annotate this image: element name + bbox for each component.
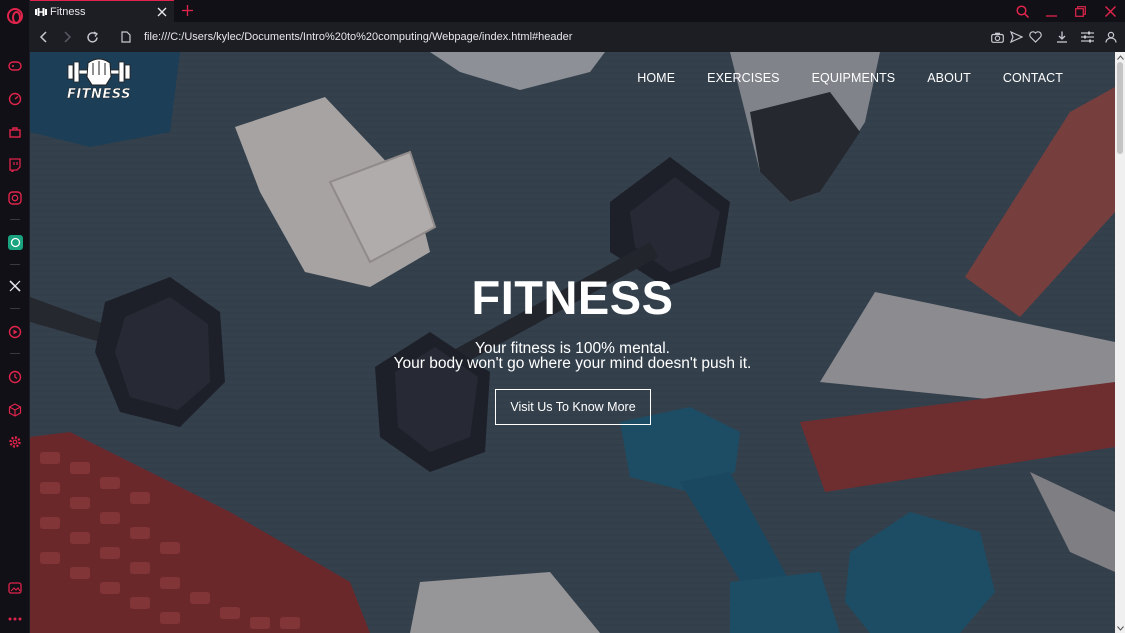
new-tab-button[interactable]	[180, 3, 194, 17]
tab-fitness[interactable]: Fitness	[30, 0, 174, 22]
scroll-thumb[interactable]	[1117, 62, 1123, 154]
url-field[interactable]: file:///C:/Users/kylec/Documents/Intro%2…	[144, 29, 572, 45]
browser-window: Fitness file:///C:/Users/kylec/Documents…	[0, 0, 1125, 633]
twitch-icon[interactable]	[7, 157, 23, 173]
hero-title: FITNESS	[471, 271, 674, 324]
gamepad-icon[interactable]	[7, 58, 23, 74]
page-icon[interactable]	[118, 29, 134, 45]
heart-icon[interactable]	[1027, 29, 1043, 45]
send-icon[interactable]	[1008, 29, 1024, 45]
logo-text: FITNESS	[66, 87, 132, 102]
gallery-icon[interactable]	[7, 580, 23, 596]
back-icon[interactable]	[36, 29, 52, 45]
reload-icon[interactable]	[84, 29, 100, 45]
nav-exercises[interactable]: EXERCISES	[707, 71, 779, 85]
opera-logo-icon[interactable]	[7, 8, 23, 24]
download-icon[interactable]	[1054, 29, 1070, 45]
dumbbell-icon	[35, 6, 47, 18]
sidebar-divider	[10, 308, 20, 309]
search-icon[interactable]	[1014, 3, 1030, 19]
sidebar-divider	[10, 264, 20, 265]
nav-about[interactable]: ABOUT	[927, 71, 971, 85]
settings-icon[interactable]	[7, 434, 23, 450]
tab-title: Fitness	[50, 5, 86, 18]
browser-sidebar	[0, 0, 30, 633]
scroll-up-icon[interactable]	[1116, 53, 1124, 61]
page-viewport: FITNESS HOME EXERCISES EQUIPMENTS ABOUT …	[30, 52, 1125, 633]
x-twitter-icon[interactable]	[7, 278, 23, 294]
hero-section: FITNESS HOME EXERCISES EQUIPMENTS ABOUT …	[30, 52, 1115, 633]
cube-icon[interactable]	[7, 402, 23, 418]
sidebar-divider	[10, 353, 20, 354]
tab-bar: Fitness	[30, 0, 1125, 22]
minimize-icon[interactable]	[1043, 3, 1059, 19]
forward-icon[interactable]	[59, 29, 75, 45]
hero-tagline-line-2: Your body won't go where your mind doesn…	[393, 355, 752, 372]
instagram-icon[interactable]	[7, 190, 23, 206]
fist-dumbbell-icon	[67, 58, 131, 86]
nav-contact[interactable]: CONTACT	[1003, 71, 1063, 85]
address-bar: file:///C:/Users/kylec/Documents/Intro%2…	[30, 22, 1125, 52]
speed-dial-icon[interactable]	[7, 91, 23, 107]
easy-setup-icon[interactable]	[1079, 29, 1095, 45]
scroll-down-icon[interactable]	[1116, 624, 1124, 632]
visit-us-button[interactable]: Visit Us To Know More	[495, 389, 651, 425]
chatgpt-icon[interactable]	[7, 234, 23, 250]
profile-icon[interactable]	[1103, 29, 1119, 45]
page-scrollbar[interactable]	[1115, 52, 1125, 633]
nav-home[interactable]: HOME	[637, 71, 675, 85]
site-nav: HOME EXERCISES EQUIPMENTS ABOUT CONTACT	[637, 71, 1063, 85]
nav-equipments[interactable]: EQUIPMENTS	[812, 71, 896, 85]
close-icon[interactable]	[155, 5, 169, 19]
site-logo[interactable]: FITNESS	[66, 55, 132, 107]
player-icon[interactable]	[7, 324, 23, 340]
window-close-icon[interactable]	[1102, 3, 1118, 19]
restore-icon[interactable]	[1072, 3, 1088, 19]
bag-icon[interactable]	[7, 124, 23, 140]
more-icon[interactable]	[7, 611, 23, 627]
sidebar-divider	[10, 219, 20, 220]
history-icon[interactable]	[7, 369, 23, 385]
camera-icon[interactable]	[989, 29, 1005, 45]
